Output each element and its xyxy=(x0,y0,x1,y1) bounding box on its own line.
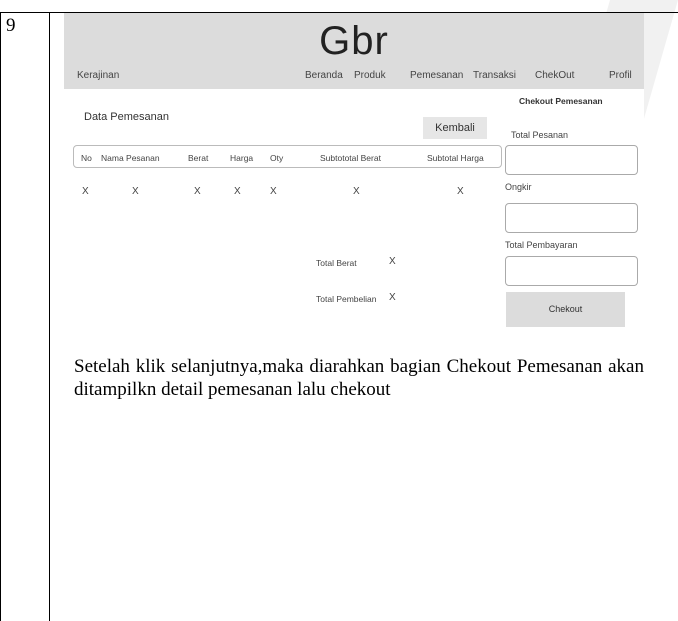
section-title: Data Pemesanan xyxy=(84,111,169,123)
total-pesanan-label: Total Pesanan xyxy=(511,130,569,140)
col-header-qty: Oty xyxy=(270,153,284,163)
total-pembelian-label: Total Pembelian xyxy=(316,294,377,304)
caption-text: Setelah klik selanjutnya,maka diarahkan … xyxy=(74,356,644,400)
col-header-nama-pesanan: Nama Pesanan xyxy=(101,153,160,163)
col-header-harga: Harga xyxy=(230,153,254,163)
total-berat-label: Total Berat xyxy=(316,258,357,268)
table-cell: X xyxy=(132,186,139,197)
col-header-berat: Berat xyxy=(188,153,209,163)
row-number: 9 xyxy=(6,15,16,36)
col-header-subtotal-berat: Subtototal Berat xyxy=(320,153,381,163)
col-header-no: No xyxy=(81,153,92,163)
table-border-left xyxy=(0,12,1,621)
checkout-button[interactable]: Chekout xyxy=(506,292,625,327)
checkout-mockup: Gbr Kerajinan Beranda Produk Pemesanan T… xyxy=(64,13,644,345)
nav-checkout[interactable]: ChekOut xyxy=(535,70,574,81)
total-pembayaran-label: Total Pembayaran xyxy=(505,240,578,250)
total-pesanan-field[interactable] xyxy=(505,145,638,175)
col-header-subtotal-harga: Subtotal Harga xyxy=(427,153,484,163)
nav-transaksi[interactable]: Transaksi xyxy=(473,70,516,81)
total-berat-value: X xyxy=(389,256,396,267)
nav-beranda[interactable]: Beranda xyxy=(305,70,343,81)
table-cell: X xyxy=(234,186,241,197)
logo-placeholder: Gbr xyxy=(319,19,389,63)
table-cell: X xyxy=(82,186,89,197)
checkout-title: Chekout Pemesanan xyxy=(519,96,603,106)
nav-pemesanan[interactable]: Pemesanan xyxy=(410,70,463,81)
ongkir-field[interactable] xyxy=(505,203,638,233)
total-pembayaran-field[interactable] xyxy=(505,256,638,286)
table-cell: X xyxy=(270,186,277,197)
table-column-divider xyxy=(49,12,50,621)
back-button[interactable]: Kembali xyxy=(423,117,487,139)
total-pembelian-value: X xyxy=(389,292,396,303)
ongkir-label: Ongkir xyxy=(505,182,532,192)
table-cell: X xyxy=(457,186,464,197)
table-cell: X xyxy=(194,186,201,197)
nav-produk[interactable]: Produk xyxy=(354,70,386,81)
table-cell: X xyxy=(353,186,360,197)
brand-name: Kerajinan xyxy=(77,70,120,81)
nav-profil[interactable]: Profil xyxy=(609,70,632,81)
